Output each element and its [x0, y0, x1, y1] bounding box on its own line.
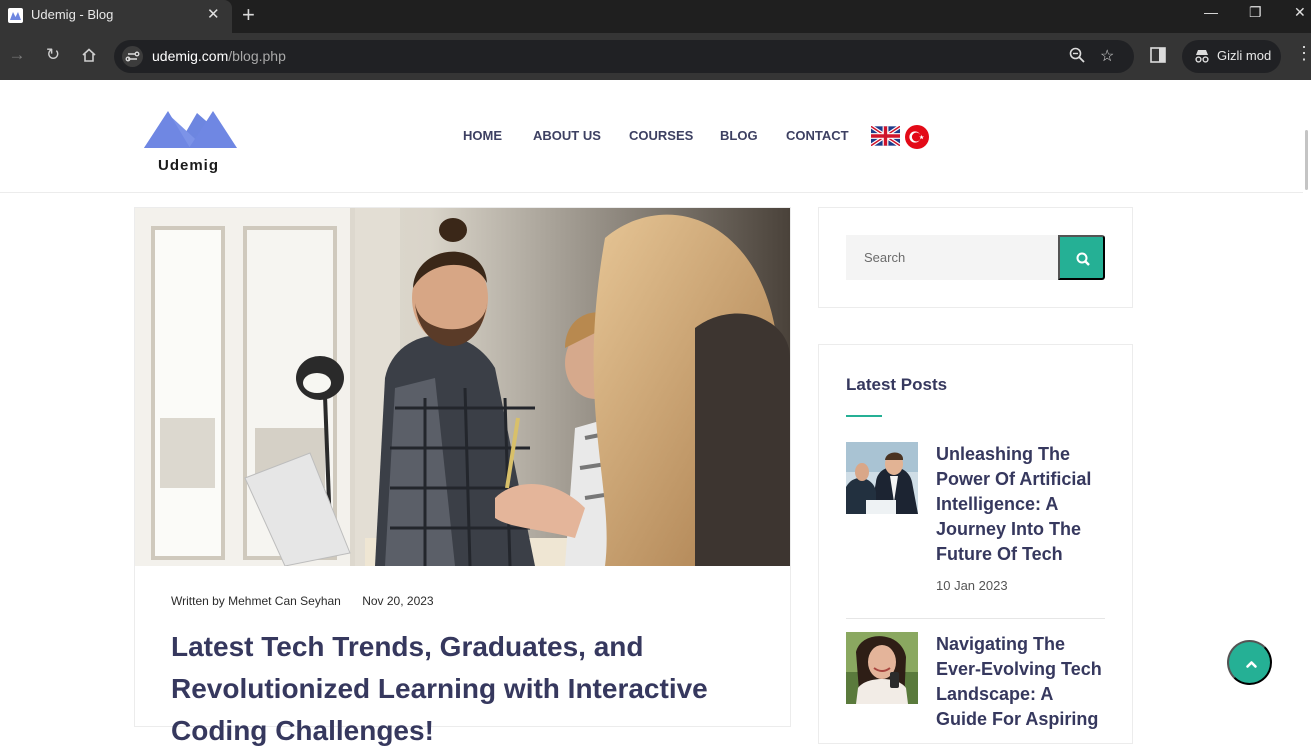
latest-post-thumbnail[interactable] — [846, 632, 918, 704]
nav-home[interactable]: HOME — [463, 128, 502, 143]
latest-post-date: 10 Jan 2023 — [936, 578, 1008, 593]
post-author[interactable]: Written by Mehmet Can Seyhan — [171, 594, 341, 608]
post-meta: Written by Mehmet Can Seyhan Nov 20, 202… — [171, 594, 434, 608]
post-card: Written by Mehmet Can Seyhan Nov 20, 202… — [134, 207, 791, 746]
chevron-up-icon — [1246, 661, 1257, 668]
search-button[interactable] — [1058, 235, 1105, 280]
latest-post-title[interactable]: Unleashing The Power Of Artificial Intel… — [936, 442, 1108, 567]
reload-icon[interactable]: ↻ — [41, 43, 65, 67]
home-icon[interactable] — [77, 43, 101, 67]
url-domain: udemig.com — [152, 48, 229, 64]
browser-menu-icon[interactable]: ⋮ — [1295, 43, 1311, 64]
nav-blog[interactable]: BLOG — [720, 128, 758, 143]
minimize-icon[interactable]: — — [1204, 4, 1218, 20]
page-scrollbar-thumb[interactable] — [1305, 130, 1308, 190]
nav-about-us[interactable]: ABOUT US — [533, 128, 601, 143]
browser-toolbar: → ↻ udemig.com/blog.php ☆ Gizli mod ⋮ — [0, 33, 1311, 80]
incognito-badge[interactable]: Gizli mod — [1182, 40, 1281, 73]
address-bar[interactable]: udemig.com/blog.php ☆ — [114, 40, 1134, 73]
back-to-top-button[interactable] — [1227, 640, 1272, 685]
url-path: /blog.php — [228, 48, 286, 64]
bookmark-star-icon[interactable]: ☆ — [1100, 46, 1114, 66]
url-text: udemig.com/blog.php — [152, 48, 286, 64]
page-scrollbar[interactable] — [1303, 80, 1311, 721]
new-tab-icon[interactable]: + — [242, 2, 255, 28]
site-favicon-icon — [8, 8, 23, 23]
turkey-flag-icon[interactable] — [905, 125, 933, 149]
zoom-icon[interactable] — [1068, 46, 1086, 69]
incognito-icon — [1193, 48, 1211, 69]
incognito-label: Gizli mod — [1217, 48, 1272, 63]
post-date: Nov 20, 2023 — [362, 594, 434, 608]
post-title[interactable]: Latest Tech Trends, Graduates, and Revol… — [171, 626, 771, 752]
latest-post-thumbnail[interactable] — [846, 442, 918, 514]
latest-post-title[interactable]: Navigating The Ever-Evolving Tech Landsc… — [936, 632, 1108, 732]
site-logo[interactable]: Udemig — [143, 97, 239, 179]
window-close-icon[interactable]: ✕ — [1294, 4, 1306, 21]
post-image[interactable] — [135, 208, 790, 566]
forward-icon[interactable]: → — [5, 43, 29, 67]
tab-close-icon[interactable]: ✕ — [207, 5, 220, 23]
browser-tab[interactable]: Udemig - Blog ✕ — [0, 0, 232, 33]
tab-title: Udemig - Blog — [31, 7, 114, 22]
uk-flag-icon[interactable] — [869, 124, 902, 148]
browser-tab-bar: Udemig - Blog ✕ + — ❐ ✕ — [0, 0, 1311, 33]
site-header: Udemig HOME ABOUT US COURSES BLOG CONTAC… — [0, 80, 1311, 193]
latest-posts-widget: Latest Posts Unleashing The Power Of Art… — [818, 344, 1133, 744]
logo-text: Udemig — [158, 157, 220, 174]
restore-icon[interactable]: ❐ — [1249, 4, 1262, 21]
side-panel-icon[interactable] — [1149, 46, 1169, 66]
search-widget — [818, 207, 1133, 308]
search-icon — [1076, 252, 1090, 266]
nav-courses[interactable]: COURSES — [629, 128, 693, 143]
title-underline — [846, 415, 882, 417]
search-input[interactable] — [846, 235, 1059, 280]
latest-posts-title: Latest Posts — [846, 375, 948, 394]
logo-mark-icon — [144, 111, 237, 148]
latest-posts-divider — [846, 618, 1105, 619]
site-info-icon[interactable] — [122, 46, 143, 67]
nav-contact[interactable]: CONTACT — [786, 128, 849, 143]
